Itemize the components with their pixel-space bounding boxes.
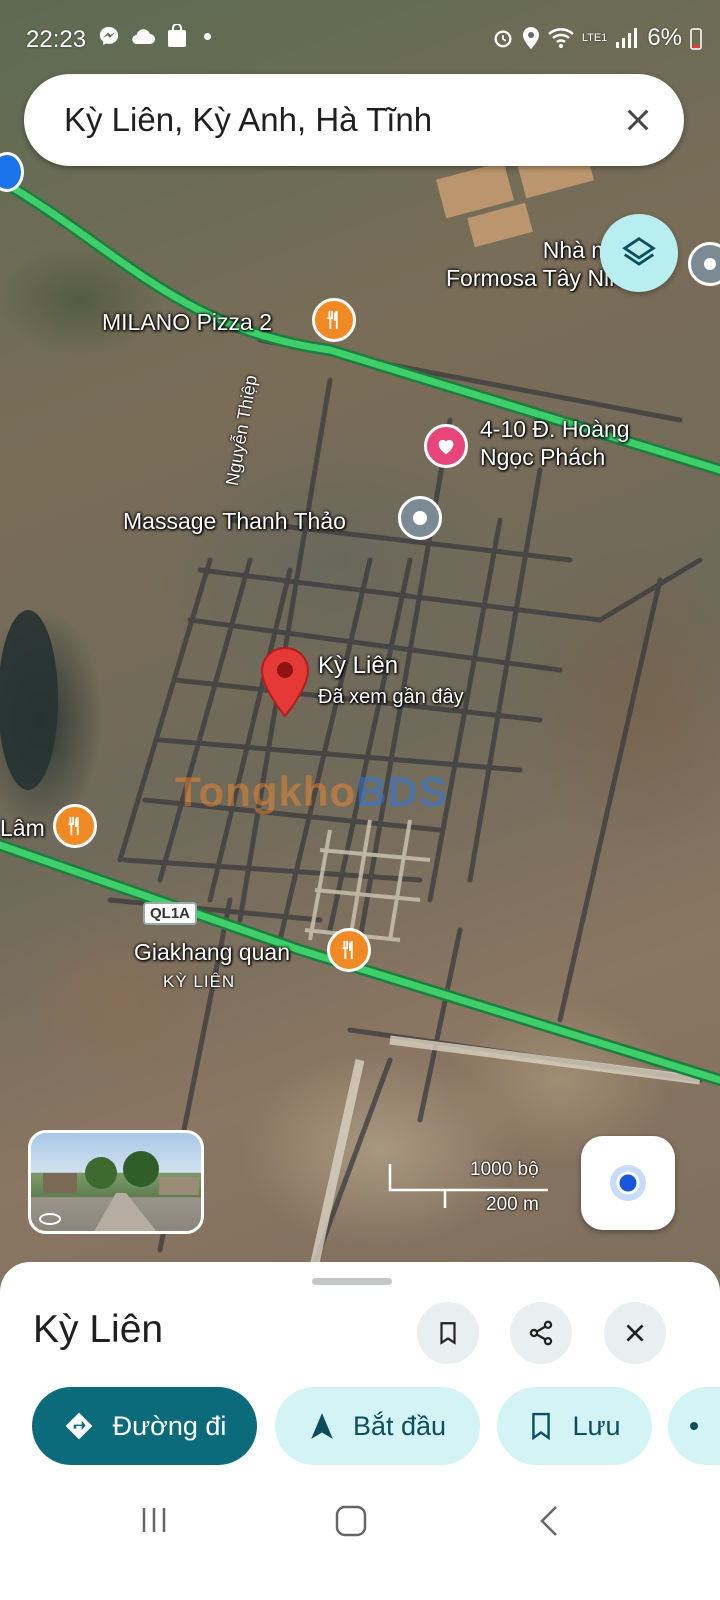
poi-label: MILANO Pizza 2 [102,309,272,335]
poi-label: 4-10 Đ. Hoàng Ngọc Phách [480,416,630,470]
layers-icon [622,237,656,266]
poi-label: Lâm [0,815,45,841]
share-button[interactable] [510,1302,572,1364]
more-dots-icon [690,1422,698,1430]
alarm-icon [494,30,512,48]
watermark-part2: BDS [356,768,448,815]
pin-subtitle: Đã xem gần đây [318,686,464,708]
close-sheet-button[interactable] [604,1302,666,1364]
save-label: Lưu [572,1410,621,1441]
status-time: 22:23 [26,26,87,53]
close-icon [626,1324,644,1342]
close-icon [627,109,649,131]
layers-button[interactable] [600,214,678,292]
rotate-360-icon [39,1213,61,1225]
bookmark-icon [440,1322,456,1345]
pin-title: Kỳ Liên [318,652,399,679]
cloud-icon [132,29,155,45]
poi-label: Giakhang quan [134,939,291,965]
bookmark-button[interactable] [417,1302,479,1364]
scale-bar: 1000 bộ 200 m [388,1156,558,1218]
home-icon[interactable] [334,1504,368,1538]
battery-percent: 6% [647,24,682,51]
selected-location-pin[interactable] [260,646,310,723]
start-button[interactable]: Bắt đầu [275,1387,480,1465]
place-marker-icon [398,496,442,540]
save-button[interactable]: Lưu [497,1387,652,1465]
clear-search-button[interactable] [616,98,660,142]
my-location-icon [610,1165,646,1201]
watermark: TongkhoBDS [175,768,448,816]
my-location-button[interactable] [581,1136,675,1230]
location-icon [522,27,539,49]
signal-icon [616,28,638,48]
messenger-icon [99,26,119,46]
map-pin-icon [260,646,310,718]
route-shield: QL1A [143,902,198,925]
directions-button[interactable]: Đường đi [32,1387,257,1465]
bookmark-icon [532,1412,551,1441]
network-type: LTE1 [581,31,608,44]
heart-icon [424,424,468,468]
status-bar: 22:23 LTE1 6% [0,0,720,72]
restaurant-icon [312,298,356,342]
system-nav-bar [0,1476,720,1600]
directions-label: Đường đi [112,1410,227,1441]
directions-icon [65,1412,92,1440]
recent-apps-icon[interactable] [138,1504,170,1536]
shopping-bag-icon [168,24,186,47]
watermark-part1: Tongkho [175,768,357,815]
share-icon [529,1320,553,1346]
notification-dot-icon [204,32,211,40]
scale-metric: 200 m [486,1194,539,1215]
start-label: Bắt đầu [352,1410,447,1441]
more-button[interactable] [668,1387,720,1465]
search-bar[interactable]: Kỳ Liên, Kỳ Anh, Hà Tĩnh [24,74,684,166]
place-title: Kỳ Liên [33,1308,164,1351]
drag-handle[interactable] [312,1278,392,1285]
restaurant-icon [327,928,371,972]
battery-icon [690,28,702,50]
area-label: KỲ LIÊN [163,972,236,991]
back-icon[interactable] [538,1504,560,1538]
restaurant-icon [53,804,97,848]
navigation-arrow-icon [311,1413,333,1439]
search-query[interactable]: Kỳ Liên, Kỳ Anh, Hà Tĩnh [64,101,616,139]
poi-label: Massage Thanh Thảo [123,508,346,534]
street-view-thumbnail[interactable] [28,1130,204,1234]
wifi-icon [547,28,574,48]
